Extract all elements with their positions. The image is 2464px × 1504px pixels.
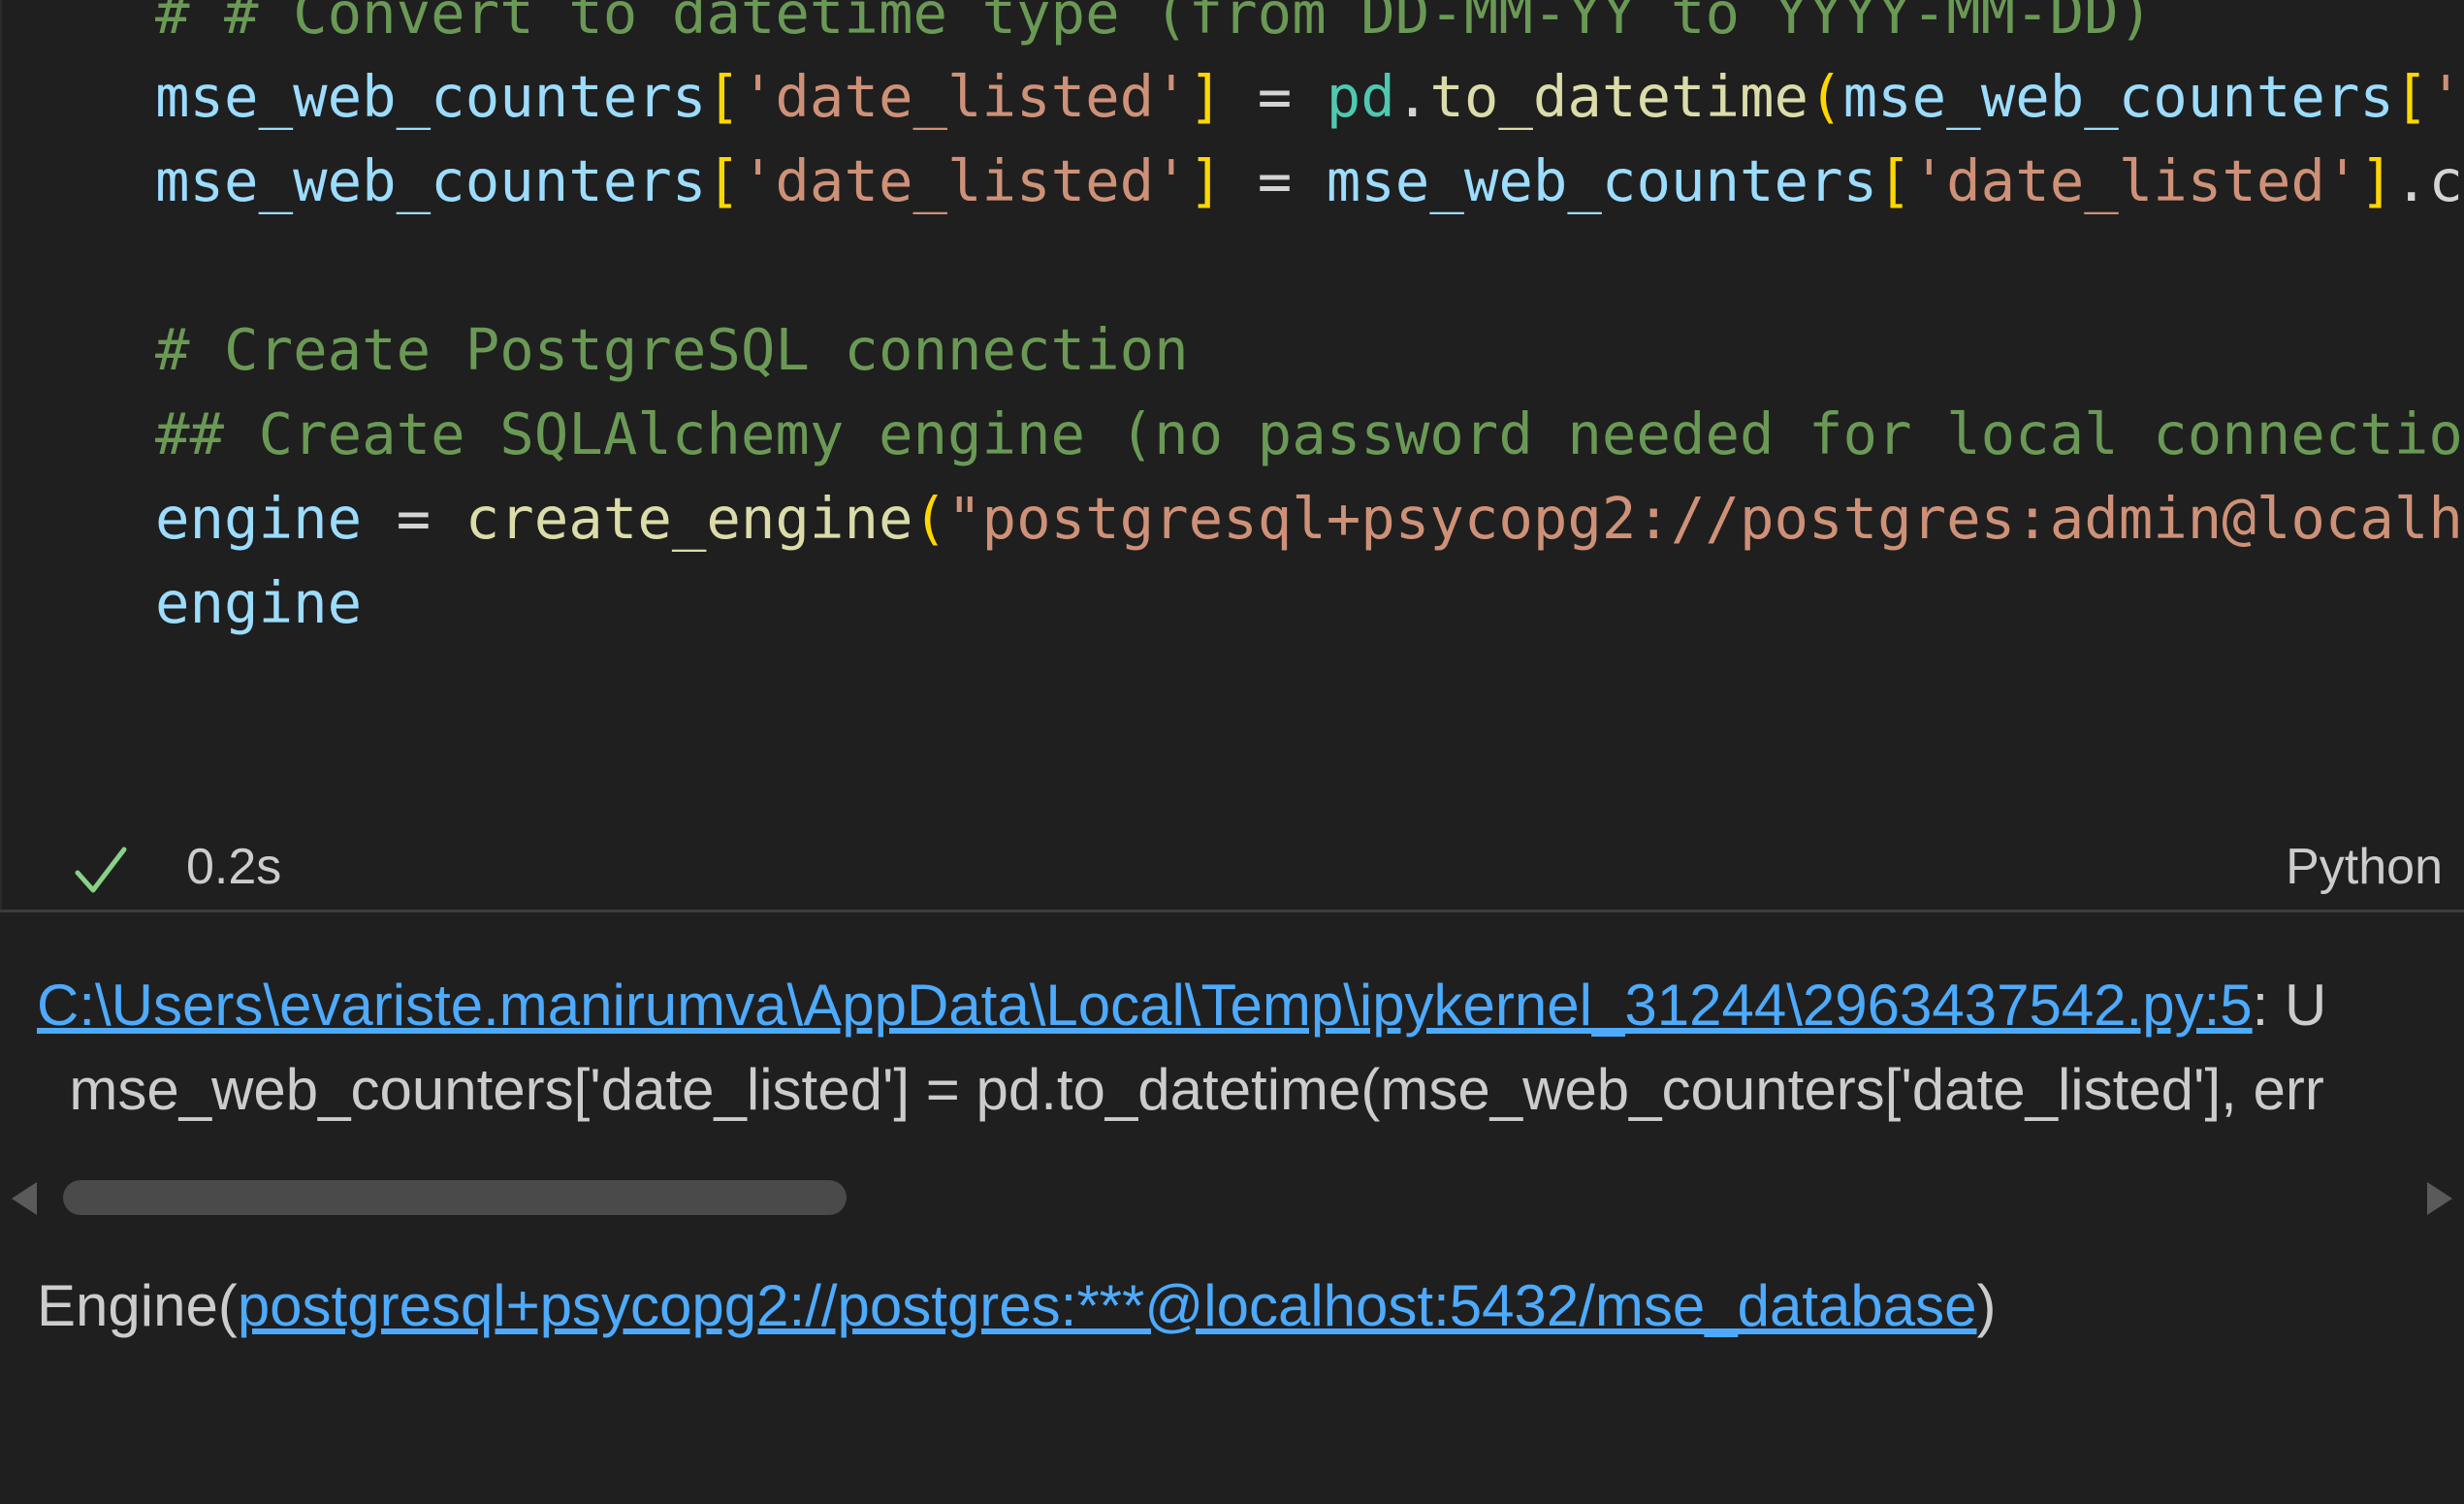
code-token: # Create PostgreSQL connection [155, 316, 1189, 383]
engine-suffix: ) [1976, 1273, 1997, 1338]
code-token: ] [2359, 147, 2394, 214]
cell-language-label[interactable]: Python [2286, 838, 2443, 896]
code-line[interactable]: # Create PostgreSQL connection [155, 307, 1189, 393]
code-token: [ [2393, 63, 2429, 130]
code-token: = [1223, 147, 1327, 214]
code-token: 'date_listed' [1911, 147, 2360, 214]
code-line[interactable]: engine [155, 560, 362, 646]
code-token: engine [155, 569, 363, 636]
warning-source-line: mse_web_counters['date_listed'] = pd.to_… [37, 1057, 2324, 1122]
code-token: ## Create SQLAlchemy engine (no password… [155, 400, 2463, 467]
code-token: [ [706, 147, 741, 214]
code-token: ' [2428, 63, 2464, 130]
code-token: "postgresql+psycopg2://postgres:admin@lo… [947, 485, 2463, 552]
code-token: ] [1188, 63, 1224, 130]
warning-line: C:\Users\evariste.manirumva\AppData\Loca… [37, 967, 2326, 1044]
code-token: [ [706, 63, 741, 130]
code-token: to_datetime [1429, 63, 1809, 130]
code-token: engine [155, 485, 363, 552]
code-line[interactable]: # # Convert to datetime type (from DD-MM… [155, 0, 2153, 56]
code-token: 'date_listed' [740, 63, 1189, 130]
code-token: = [362, 485, 465, 552]
cell-status-bar: 0.2s Python [2, 824, 2464, 912]
code-token: pd [1326, 63, 1395, 130]
code-token: ( [1808, 63, 1843, 130]
code-token: mse_web_counters [1842, 63, 2394, 130]
code-line[interactable]: engine = create_engine("postgresql+psyco… [155, 476, 2463, 561]
code-line[interactable]: mse_web_counters['date_listed'] = mse_we… [155, 139, 2463, 224]
code-token: ] [1188, 147, 1224, 214]
engine-url-link[interactable]: postgresql+psycopg2://postgres:***@local… [238, 1273, 1977, 1338]
code-cell-editor[interactable]: # # Convert to datetime type (from DD-MM… [0, 0, 2464, 912]
check-icon [75, 847, 127, 893]
code-token: create_engine [464, 485, 913, 552]
code-token: mse_web_counters [1326, 147, 1878, 214]
warning-suffix: : U [2252, 973, 2327, 1038]
warning-file-link[interactable]: C:\Users\evariste.manirumva\AppData\Loca… [37, 973, 2253, 1038]
code-token: mse_web_counters [155, 63, 707, 130]
scroll-left-arrow-icon[interactable] [12, 1182, 37, 1215]
code-token: .c [2393, 147, 2463, 214]
engine-prefix: Engine( [37, 1273, 238, 1338]
code-line[interactable]: mse_web_counters['date_listed'] = pd.to_… [155, 54, 2463, 140]
engine-output-line: Engine(postgresql+psycopg2://postgres:**… [37, 1267, 1997, 1345]
code-line[interactable]: ## Create SQLAlchemy engine (no password… [155, 392, 2463, 477]
code-token: # # Convert to datetime type (from DD-MM… [155, 0, 2154, 47]
code-token: ( [912, 485, 948, 552]
code-token: [ [1877, 147, 1912, 214]
output-horizontal-scrollbar[interactable] [0, 1168, 2464, 1223]
code-token: . [1394, 63, 1430, 130]
execution-time: 0.2s [186, 839, 282, 895]
scroll-right-arrow-icon[interactable] [2427, 1182, 2452, 1215]
code-token: mse_web_counters [155, 147, 707, 214]
code-token: 'date_listed' [740, 147, 1189, 214]
scrollbar-thumb[interactable] [63, 1180, 847, 1215]
code-token: = [1223, 63, 1327, 130]
